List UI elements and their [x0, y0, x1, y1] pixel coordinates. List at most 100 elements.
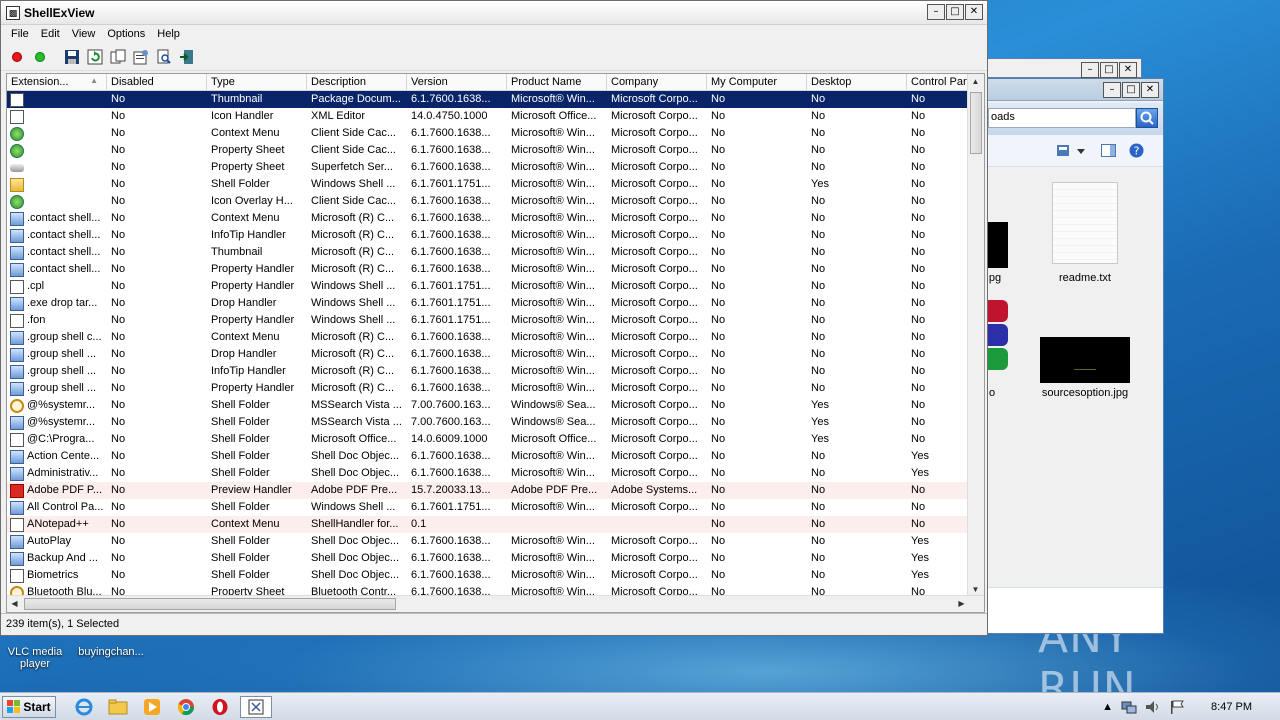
- maximize-button[interactable]: □: [946, 4, 964, 20]
- table-row[interactable]: .fon No Property Handler Windows Shell ... 6…: [7, 312, 969, 329]
- table-row[interactable]: @C:\Progra... No Shell Folder Microsoft Off…: [7, 431, 969, 448]
- column-header-control-panel[interactable]: Control Panel: [907, 74, 969, 91]
- close-button[interactable]: ✕: [1119, 62, 1137, 78]
- network-icon[interactable]: [1121, 700, 1137, 714]
- file-thumbnail-green[interactable]: [988, 348, 1008, 370]
- clock[interactable]: 8:47 PM: [1211, 701, 1252, 713]
- horizontal-scroll-thumb[interactable]: [24, 598, 396, 610]
- table-row[interactable]: All Control Pa... No Shell Folder Windows S…: [7, 499, 969, 516]
- menu-help[interactable]: Help: [151, 28, 186, 40]
- minimize-button[interactable]: –: [927, 4, 945, 20]
- disable-button[interactable]: [7, 47, 27, 67]
- horizontal-scrollbar[interactable]: ◀ ▶: [7, 595, 984, 612]
- table-row[interactable]: AutoPlay No Shell Folder Shell Doc Objec...…: [7, 533, 969, 550]
- shellexview-window[interactable]: ▩ ShellExView – □ ✕ File Edit View Optio…: [0, 0, 988, 636]
- table-row[interactable]: No Context Menu Client Side Cac... 6.1.7600…: [7, 125, 969, 142]
- table-row[interactable]: .cpl No Property Handler Windows Shell ... 6…: [7, 278, 969, 295]
- desktop-icon-vlc[interactable]: VLC media player: [4, 646, 66, 670]
- table-row[interactable]: No Property Sheet Superfetch Ser... 6.1.760…: [7, 159, 969, 176]
- menu-options[interactable]: Options: [101, 28, 151, 40]
- explorer-address-input[interactable]: oads: [988, 108, 1136, 128]
- chevron-down-icon[interactable]: [1077, 149, 1085, 154]
- taskbar-opera[interactable]: [206, 696, 234, 718]
- taskbar-ie[interactable]: [70, 696, 98, 718]
- file-label-readme[interactable]: readme.txt: [1040, 272, 1130, 284]
- table-row[interactable]: No Icon Handler XML Editor 14.0.4750.1000 Mi…: [7, 108, 969, 125]
- table-row[interactable]: Backup And ... No Shell Folder Shell Doc Ob…: [7, 550, 969, 567]
- help-icon[interactable]: ?: [1129, 143, 1144, 158]
- table-row[interactable]: ANotepad++ No Context Menu ShellHandler for…: [7, 516, 969, 533]
- file-thumbnail-readme[interactable]: [1052, 182, 1118, 264]
- scroll-up-arrow-icon[interactable]: ▲: [968, 74, 983, 89]
- exit-button[interactable]: [177, 47, 197, 67]
- enable-button[interactable]: [30, 47, 50, 67]
- view-icon[interactable]: [1057, 145, 1069, 156]
- table-row[interactable]: .group shell ... No InfoTip Handler Microso…: [7, 363, 969, 380]
- file-label-sourcesoption[interactable]: sourcesoption.jpg: [1030, 387, 1140, 399]
- close-button[interactable]: ✕: [1141, 82, 1159, 98]
- find-button[interactable]: [154, 47, 174, 67]
- close-button[interactable]: ✕: [965, 4, 983, 20]
- start-button[interactable]: Start: [2, 695, 56, 718]
- column-header-version[interactable]: Version: [407, 74, 507, 91]
- column-header-description[interactable]: Description: [307, 74, 407, 91]
- column-header-disabled[interactable]: Disabled: [107, 74, 207, 91]
- save-button[interactable]: [62, 47, 82, 67]
- copy-button[interactable]: [108, 47, 128, 67]
- table-row[interactable]: Biometrics No Shell Folder Shell Doc Objec.…: [7, 567, 969, 584]
- table-row[interactable]: No Shell Folder Windows Shell ... 6.1.7601.…: [7, 176, 969, 193]
- file-thumbnail-partial[interactable]: [988, 222, 1008, 268]
- refresh-button[interactable]: [85, 47, 105, 67]
- table-row[interactable]: .contact shell... No Context Menu Microsoft…: [7, 210, 969, 227]
- file-thumbnail-red[interactable]: [988, 300, 1008, 322]
- table-row[interactable]: .group shell c... No Context Menu Microsoft…: [7, 329, 969, 346]
- search-button[interactable]: [1136, 108, 1158, 128]
- title-bar[interactable]: ▩ ShellExView – □ ✕: [1, 1, 987, 25]
- menu-view[interactable]: View: [66, 28, 102, 40]
- maximize-button[interactable]: □: [1100, 62, 1118, 78]
- column-header-my-computer[interactable]: My Computer: [707, 74, 807, 91]
- table-row[interactable]: @%systemr... No Shell Folder MSSearch Vista…: [7, 397, 969, 414]
- table-row[interactable]: .exe drop tar... No Drop Handler Windows Sh…: [7, 295, 969, 312]
- table-row[interactable]: @%systemr... No Shell Folder MSSearch Vista…: [7, 414, 969, 431]
- desktop-icon-buyingchan[interactable]: buyingchan...: [72, 646, 150, 658]
- table-row[interactable]: .group shell ... No Drop Handler Microsoft …: [7, 346, 969, 363]
- table-row[interactable]: No Property Sheet Client Side Cac... 6.1.76…: [7, 142, 969, 159]
- table-row[interactable]: Adobe PDF P... No Preview Handler Adobe PDF…: [7, 482, 969, 499]
- table-row[interactable]: Action Cente... No Shell Folder Shell Doc O…: [7, 448, 969, 465]
- table-row[interactable]: .contact shell... No Thumbnail Microsoft (R…: [7, 244, 969, 261]
- table-row[interactable]: No Thumbnail Package Docum... 6.1.7600.1638…: [7, 91, 969, 108]
- taskbar-chrome[interactable]: [172, 696, 200, 718]
- table-row[interactable]: .contact shell... No InfoTip Handler Micros…: [7, 227, 969, 244]
- scroll-right-arrow-icon[interactable]: ▶: [954, 596, 969, 611]
- shell-extension-list[interactable]: Extension... ▲ Disabled Type Description …: [6, 73, 985, 613]
- scroll-left-arrow-icon[interactable]: ◀: [7, 596, 22, 611]
- table-row[interactable]: No Icon Overlay H... Client Side Cac... 6.1…: [7, 193, 969, 210]
- properties-button[interactable]: [131, 47, 151, 67]
- action-center-flag-icon[interactable]: [1169, 700, 1185, 714]
- column-header-extension[interactable]: Extension... ▲: [7, 74, 107, 91]
- column-header-desktop[interactable]: Desktop: [807, 74, 907, 91]
- taskbar-shellexview[interactable]: [240, 695, 272, 718]
- column-header-company[interactable]: Company: [607, 74, 707, 91]
- column-header-product-name[interactable]: Product Name: [507, 74, 607, 91]
- vertical-scrollbar[interactable]: ▲ ▼: [967, 74, 984, 597]
- taskbar-media-player[interactable]: [138, 696, 166, 718]
- vertical-scroll-thumb[interactable]: [970, 92, 982, 154]
- minimize-button[interactable]: –: [1103, 82, 1121, 98]
- file-thumbnail-blue[interactable]: [988, 324, 1008, 346]
- show-hidden-icons-icon[interactable]: ▲: [1102, 701, 1113, 713]
- minimize-button[interactable]: –: [1081, 62, 1099, 78]
- table-row[interactable]: Administrativ... No Shell Folder Shell Doc …: [7, 465, 969, 482]
- menu-file[interactable]: File: [5, 28, 35, 40]
- taskbar-explorer[interactable]: [104, 696, 132, 718]
- column-header-type[interactable]: Type: [207, 74, 307, 91]
- menu-edit[interactable]: Edit: [35, 28, 66, 40]
- table-row[interactable]: .contact shell... No Property Handler Micro…: [7, 261, 969, 278]
- volume-icon[interactable]: [1145, 700, 1161, 714]
- preview-pane-icon[interactable]: [1101, 144, 1116, 157]
- table-row[interactable]: .group shell ... No Property Handler Micros…: [7, 380, 969, 397]
- background-window-1[interactable]: – □ ✕: [986, 58, 1142, 78]
- maximize-button[interactable]: □: [1122, 82, 1140, 98]
- file-thumbnail-sourcesoption[interactable]: [1040, 337, 1130, 383]
